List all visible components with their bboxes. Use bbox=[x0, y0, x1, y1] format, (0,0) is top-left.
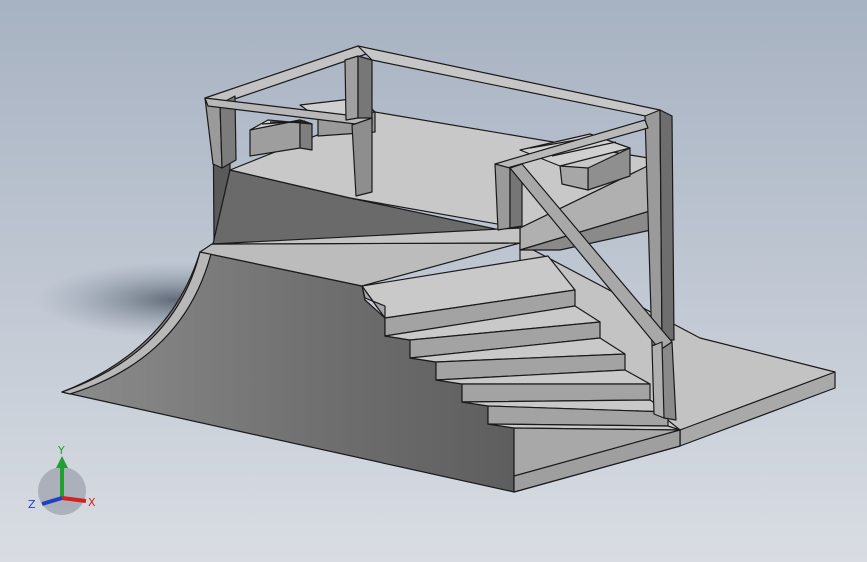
graphics-viewport[interactable]: Y X Z bbox=[0, 0, 867, 562]
skate-ramp-model[interactable] bbox=[0, 0, 867, 562]
z-axis-label: Z bbox=[28, 498, 36, 511]
y-axis-label: Y bbox=[57, 444, 65, 457]
x-axis-label: X bbox=[88, 496, 96, 509]
reference-triad: Y X Z bbox=[28, 444, 96, 515]
y-arrow-icon bbox=[56, 456, 68, 468]
